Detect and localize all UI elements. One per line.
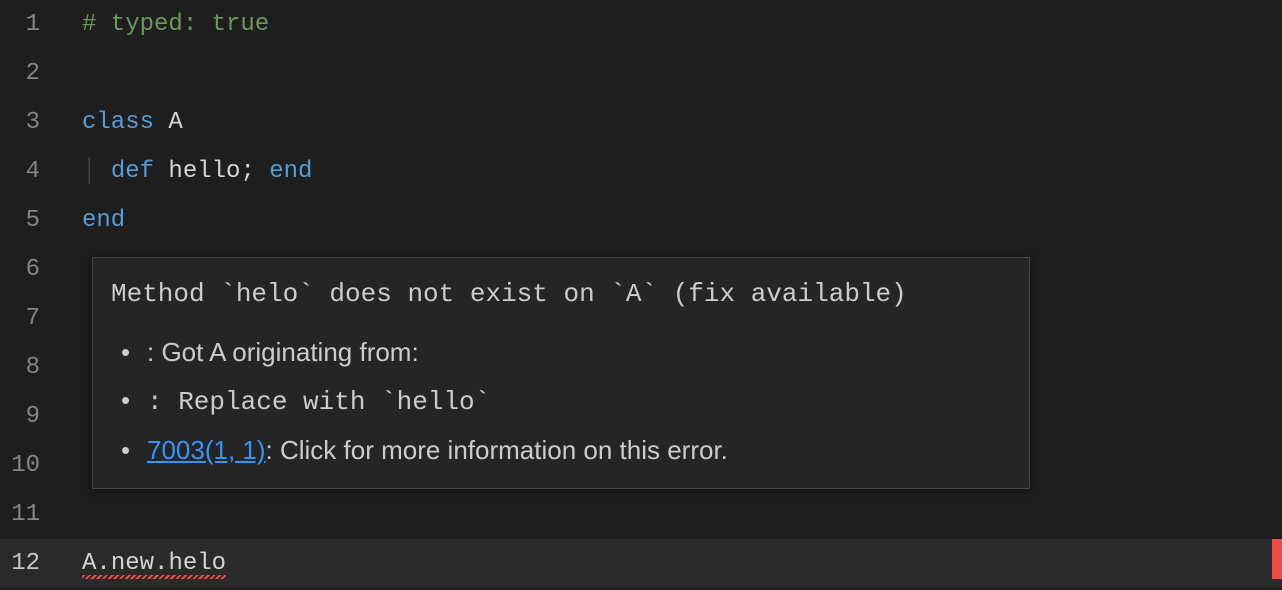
indent-guide: │ — [82, 158, 111, 185]
method-name-token: hello — [168, 158, 240, 185]
overview-ruler-error-marker[interactable] — [1272, 539, 1282, 579]
line-number-gutter: 1 2 3 4 5 6 7 8 9 10 11 12 — [0, 0, 48, 590]
const-token: A — [82, 550, 96, 577]
hover-message: Method `helo` does not exist on `A` (fix… — [111, 272, 1011, 316]
line-number: 4 — [0, 147, 48, 196]
line-number: 3 — [0, 98, 48, 147]
line-number: 7 — [0, 294, 48, 343]
line-number: 2 — [0, 49, 48, 98]
class-name-token: A — [168, 109, 182, 136]
method-token: new — [111, 550, 154, 577]
code-line: │ def hello; end — [82, 147, 1270, 196]
error-code-link[interactable]: 7003(1, 1) — [147, 435, 266, 465]
comment-token: # typed: true — [82, 11, 269, 38]
keyword-token: class — [82, 109, 168, 136]
punct-token: ; — [240, 158, 269, 185]
punct-token: . — [96, 550, 110, 577]
code-line — [82, 490, 1270, 539]
code-line: # typed: true — [82, 0, 1270, 49]
hover-item: : Got A originating from: — [111, 328, 1011, 376]
line-number: 12 — [0, 539, 48, 588]
line-number: 11 — [0, 490, 48, 539]
line-number: 5 — [0, 196, 48, 245]
keyword-token: end — [82, 207, 125, 234]
line-number: 9 — [0, 392, 48, 441]
line-number: 6 — [0, 245, 48, 294]
line-number: 8 — [0, 343, 48, 392]
hover-tooltip[interactable]: Method `helo` does not exist on `A` (fix… — [92, 257, 1030, 489]
hover-item: : Replace with `hello` — [111, 376, 1011, 426]
keyword-token: def — [111, 158, 169, 185]
code-line: end — [82, 196, 1270, 245]
method-token: helo — [168, 550, 226, 577]
code-line: A.new.helo — [82, 539, 1270, 588]
code-line: class A — [82, 98, 1270, 147]
error-squiggle[interactable]: A.new.helo — [82, 550, 226, 577]
punct-token: . — [154, 550, 168, 577]
hover-item: 7003(1, 1): Click for more information o… — [111, 426, 1011, 474]
keyword-token: end — [269, 158, 312, 185]
hover-list: : Got A originating from: : Replace with… — [111, 328, 1011, 474]
line-number: 10 — [0, 441, 48, 490]
code-line — [82, 49, 1270, 98]
line-number: 1 — [0, 0, 48, 49]
